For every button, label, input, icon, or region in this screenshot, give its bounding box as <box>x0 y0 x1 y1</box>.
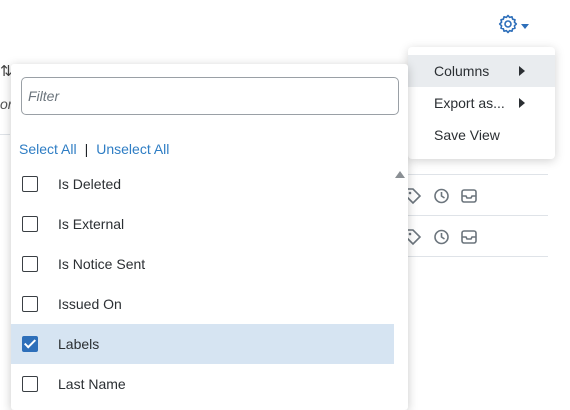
row-actions <box>404 228 478 246</box>
row-actions <box>404 187 478 205</box>
column-option-label: Issued On <box>58 296 122 312</box>
checkbox-checked[interactable] <box>22 336 38 352</box>
menu-item-save-view[interactable]: Save View <box>408 119 555 151</box>
inbox-icon[interactable] <box>460 187 478 205</box>
history-icon[interactable] <box>432 228 450 246</box>
unselect-all-link[interactable]: Unselect All <box>96 141 169 157</box>
history-icon[interactable] <box>432 187 450 205</box>
column-option-label: Is Deleted <box>58 176 122 192</box>
settings-button[interactable] <box>498 14 529 39</box>
checkbox[interactable] <box>22 376 38 392</box>
settings-menu: Columns Export as... Save View <box>408 47 555 159</box>
inbox-icon[interactable] <box>460 228 478 246</box>
menu-item-label: Save View <box>434 127 500 143</box>
gear-icon <box>498 14 518 39</box>
menu-item-export[interactable]: Export as... <box>408 87 555 119</box>
columns-panel: Select All | Unselect All Is Deleted Is Ex… <box>11 64 408 410</box>
column-option[interactable]: Labels <box>11 324 394 364</box>
column-option[interactable]: Is Deleted <box>11 164 394 204</box>
chevron-right-icon <box>519 66 525 76</box>
column-option-label: Is External <box>58 216 125 232</box>
checkbox[interactable] <box>22 176 38 192</box>
table-row-divider <box>0 134 10 135</box>
column-option[interactable]: Is External <box>11 204 394 244</box>
link-separator: | <box>84 141 89 157</box>
menu-item-label: Columns <box>434 63 490 79</box>
checkbox[interactable] <box>22 216 38 232</box>
column-option[interactable]: Issued On <box>11 284 394 324</box>
column-option[interactable]: Is Notice Sent <box>11 244 394 284</box>
column-option[interactable]: Last Name <box>11 364 394 404</box>
column-option-label: Is Notice Sent <box>58 256 146 272</box>
table-row-divider <box>404 174 548 175</box>
column-option-label: Labels <box>58 336 100 352</box>
column-list: Is Deleted Is External Is Notice Sent Is… <box>11 164 408 410</box>
chevron-right-icon <box>519 98 525 108</box>
menu-item-label: Export as... <box>434 95 505 111</box>
menu-item-columns[interactable]: Columns <box>408 55 555 87</box>
checkbox[interactable] <box>22 296 38 312</box>
filter-input[interactable] <box>21 77 399 115</box>
table-row-divider <box>404 256 548 257</box>
select-links: Select All | Unselect All <box>19 141 169 157</box>
chevron-down-icon <box>521 24 529 29</box>
select-all-link[interactable]: Select All <box>19 141 77 157</box>
column-option-label: Last Name <box>58 376 126 392</box>
checkbox[interactable] <box>22 256 38 272</box>
table-row-divider <box>404 215 548 216</box>
